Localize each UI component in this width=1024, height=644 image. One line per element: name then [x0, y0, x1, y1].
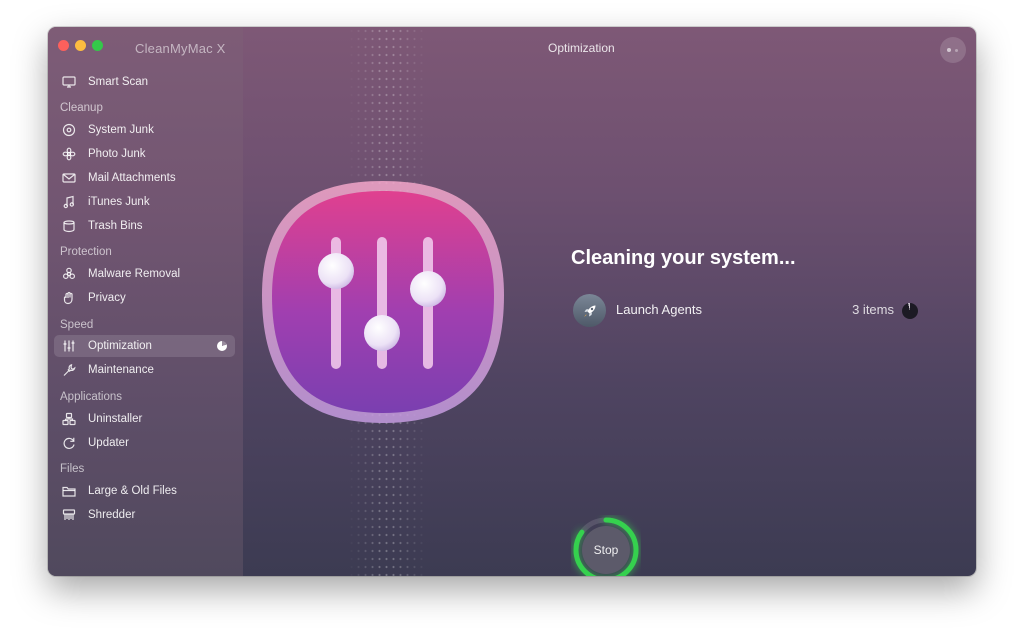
envelope-icon [62, 171, 76, 185]
task-row: Launch Agents 3 items [573, 294, 918, 328]
sidebar-item-large-old-files[interactable]: Large & Old Files [54, 480, 235, 502]
stop-button[interactable]: Stop [582, 526, 630, 574]
app-window: CleanMyMac X Optimization Smart Scan Cle… [48, 27, 976, 576]
uninstaller-icon [62, 412, 76, 426]
music-note-icon [62, 195, 76, 209]
sidebar-item-label: Optimization [88, 340, 152, 352]
close-window-button[interactable] [58, 40, 69, 51]
sidebar-item-label: Maintenance [88, 364, 154, 376]
sidebar-item-itunes-junk[interactable]: iTunes Junk [54, 191, 235, 213]
updater-icon [62, 436, 76, 450]
progress-pie-icon [217, 341, 227, 351]
section-speed: Speed [60, 319, 94, 331]
sidebar-item-optimization[interactable]: Optimization [54, 335, 235, 357]
task-count: 3 items [852, 302, 894, 317]
trash-icon [62, 219, 76, 233]
sidebar-item-label: Large & Old Files [88, 485, 177, 497]
shredder-icon [62, 508, 76, 522]
sidebar-item-label: Smart Scan [88, 76, 149, 88]
minimize-window-button[interactable] [75, 40, 86, 51]
sidebar-item-label: Privacy [88, 292, 126, 304]
sidebar-item-uninstaller[interactable]: Uninstaller [54, 408, 235, 430]
sliders-icon [62, 339, 76, 353]
sidebar-item-smart-scan[interactable]: Smart Scan [54, 71, 235, 93]
sidebar-item-label: System Junk [88, 124, 154, 136]
sidebar-item-trash-bins[interactable]: Trash Bins [54, 215, 235, 237]
sidebar-item-updater[interactable]: Updater [54, 432, 235, 454]
sidebar-item-mail-attachments[interactable]: Mail Attachments [54, 167, 235, 189]
sidebar-item-photo-junk[interactable]: Photo Junk [54, 143, 235, 165]
biohazard-icon [62, 267, 76, 281]
flower-icon [62, 147, 76, 161]
disc-icon [62, 123, 76, 137]
stop-control: Stop [571, 515, 641, 576]
task-label: Launch Agents [616, 302, 703, 317]
sidebar-item-label: Uninstaller [88, 413, 143, 425]
sidebar-item-label: Mail Attachments [88, 172, 176, 184]
sidebar-item-label: Shredder [88, 509, 136, 521]
section-cleanup: Cleanup [60, 102, 103, 114]
sidebar-item-label: iTunes Junk [88, 196, 150, 208]
sidebar-item-malware-removal[interactable]: Malware Removal [54, 263, 235, 285]
sidebar-item-label: Photo Junk [88, 148, 146, 160]
rocket-icon [573, 294, 606, 327]
sidebar-item-maintenance[interactable]: Maintenance [54, 359, 235, 381]
monitor-icon [62, 75, 76, 89]
hand-icon [62, 291, 76, 305]
zoom-window-button[interactable] [92, 40, 103, 51]
section-applications: Applications [60, 391, 123, 403]
wrench-icon [62, 363, 76, 377]
task-progress-icon [902, 303, 918, 319]
status-heading: Cleaning your system... [571, 247, 796, 269]
sidebar-item-label: Updater [88, 437, 129, 449]
window-title: Optimization [548, 41, 615, 55]
sidebar-item-label: Malware Removal [88, 268, 181, 280]
folder-icon [62, 484, 76, 498]
section-files: Files [60, 463, 85, 475]
sidebar-item-label: Trash Bins [88, 220, 143, 232]
sidebar-item-shredder[interactable]: Shredder [54, 504, 235, 526]
sidebar-item-privacy[interactable]: Privacy [54, 287, 235, 309]
optimization-sliders-icon [262, 181, 504, 423]
assistant-button[interactable] [940, 37, 966, 63]
app-title: CleanMyMac X [135, 41, 226, 56]
section-protection: Protection [60, 246, 112, 258]
sidebar-item-system-junk[interactable]: System Junk [54, 119, 235, 141]
